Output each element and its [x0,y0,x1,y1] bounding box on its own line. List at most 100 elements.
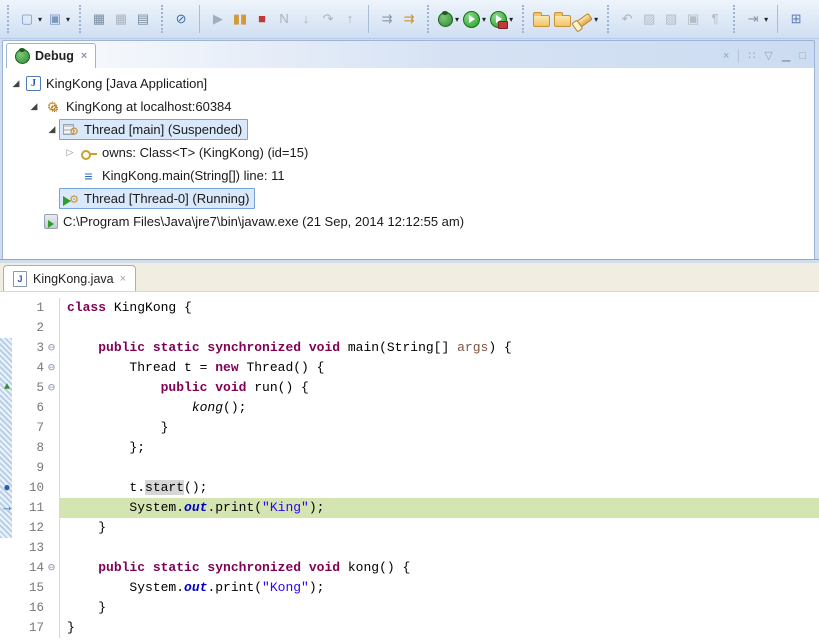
code-line[interactable]: 3 ⊖ public static synchronized void main(… [0,338,819,358]
ruler-cell[interactable] [0,418,14,438]
step-over-button[interactable]: ↷ [317,7,339,31]
tree-item[interactable]: ◢⚙ KingKong at localhost:60384 [3,95,814,118]
save-button[interactable]: ▦ [88,7,110,31]
use-step-filters-button[interactable]: ⇉ [398,7,420,31]
debug-dropdown-icon[interactable]: ▾ [455,15,459,24]
show-whitespace-button[interactable]: ¶ [704,7,726,31]
ruler-cell[interactable] [0,518,14,538]
ruler-cell[interactable]: ● [0,478,14,498]
tree-item[interactable]: Thread [Thread-0] (Running) [3,187,814,210]
code-editor[interactable]: 1 class KingKong {2 3 ⊖ public static synch… [0,292,819,643]
code-line[interactable]: 17} [0,618,819,638]
tree-item[interactable]: ◢ J KingKong [Java Application] [3,72,814,95]
code-line[interactable]: 7 } [0,418,819,438]
run-button[interactable]: ▾ [461,7,488,31]
last-edit-location-button[interactable]: ↶ [616,7,638,31]
open-resource-button[interactable] [552,7,573,31]
ruler-cell[interactable] [0,618,14,638]
step-into-button[interactable]: ↓ [295,7,317,31]
show-whitespace-icon: ¶ [711,11,719,26]
fold-toggle-icon[interactable]: ⊖ [44,558,60,578]
skip-all-breakpoints-button[interactable]: ⊘ [170,7,192,31]
code-line[interactable]: 15 System.out.print("Kong"); [0,578,819,598]
tree-expander-icon[interactable]: ▷ [63,147,77,158]
code-line[interactable]: 8 }; [0,438,819,458]
minimize-button[interactable]: ▁ [782,50,790,62]
search-dropdown-icon[interactable]: ▾ [594,15,598,24]
ruler-cell[interactable] [0,558,14,578]
code-line[interactable]: 2 [0,318,819,338]
tree-item[interactable]: ≡ KingKong.main(String[]) line: 11 [3,164,814,187]
breakpoint-marker-icon[interactable]: ● [0,478,14,498]
new-wizard-button[interactable]: ▣ ▾ [44,7,72,31]
code-line[interactable]: 16 } [0,598,819,618]
fold-column [44,418,60,438]
tree-item[interactable]: C:\Program Files\Java\jre7\bin\javaw.exe… [3,210,814,233]
new-wizard-dropdown-icon[interactable]: ▾ [66,15,70,24]
ruler-cell[interactable]: → [0,498,14,518]
ruler-cell[interactable] [0,458,14,478]
open-type-button[interactable] [531,7,552,31]
pin-editor-button[interactable]: ⇥ ▾ [742,7,770,31]
tree-expander-icon[interactable]: ◢ [27,101,41,112]
code-line[interactable]: 4 ⊖ Thread t = new Thread() { [0,358,819,378]
ruler-cell[interactable] [0,298,14,318]
ruler-cell[interactable] [0,338,14,358]
separator [738,49,740,63]
print-button[interactable]: ▤ [132,7,154,31]
suspend-button[interactable]: ▮▮ [229,7,251,31]
new-dropdown-icon[interactable]: ▾ [38,15,42,24]
ruler-cell[interactable] [0,538,14,558]
code-line[interactable]: 6 kong(); [0,398,819,418]
close-icon[interactable]: × [81,50,87,62]
step-filters-button[interactable]: ⇉ [376,7,398,31]
tree-expander-icon[interactable]: ◢ [9,78,23,89]
resume-button[interactable]: ▶ [207,7,229,31]
ruler-cell[interactable] [0,398,14,418]
pin-editor-dropdown-icon[interactable]: ▾ [764,15,768,24]
terminate-button[interactable]: ■ [251,7,273,31]
ruler-cell[interactable]: ▲ [0,378,14,398]
disconnect-button[interactable]: N [273,7,295,31]
run-dropdown-icon[interactable]: ▾ [482,15,486,24]
tab-debug[interactable]: Debug × [6,43,97,68]
code-line[interactable]: → 11 System.out.print("King"); [0,498,819,518]
code-line[interactable]: ● 10 t.start(); [0,478,819,498]
code-line[interactable]: ▲ 5 ⊖ public void run() { [0,378,819,398]
remove-all-terminated-button[interactable]: × [723,50,729,62]
ruler-cell[interactable] [0,578,14,598]
code-line[interactable]: 1 class KingKong { [0,298,819,318]
new-button[interactable]: ▢ ▾ [16,7,44,31]
view-options-button[interactable]: ∷ [748,50,755,62]
search-button[interactable]: ▾ [573,7,600,31]
tree-item[interactable]: ▷ owns: Class<T> (KingKong) (id=15) [3,141,814,164]
mark-occurrences-button[interactable]: ▧ [660,7,682,31]
code-line[interactable]: 13 [0,538,819,558]
code-line[interactable]: 9 [0,458,819,478]
close-icon[interactable]: × [120,273,126,285]
open-perspective-button[interactable]: ⊞ [785,7,807,31]
fold-toggle-icon[interactable]: ⊖ [44,358,60,378]
tab-kingkong-java[interactable]: J KingKong.java × [3,265,137,291]
fold-toggle-icon[interactable]: ⊖ [44,338,60,358]
fold-toggle-icon[interactable]: ⊖ [44,378,60,398]
show-selected-element-button[interactable]: ▣ [682,7,704,31]
save-all-button[interactable]: ▦ [110,7,132,31]
ruler-cell[interactable] [0,318,14,338]
run-external-tool-button[interactable]: ▾ [488,7,515,31]
code-line[interactable]: 14 ⊖ public static synchronized void kong… [0,558,819,578]
new-wizard-icon: ▣ [48,11,62,26]
ruler-cell[interactable] [0,598,14,618]
tree-expander-icon[interactable]: ◢ [45,124,59,135]
run-external-tool-dropdown-icon[interactable]: ▾ [509,15,513,24]
line-number: 7 [36,421,44,435]
step-return-button[interactable]: ↑ [339,7,361,31]
view-menu-button[interactable]: ▽ [764,50,772,62]
debug-button[interactable]: ▾ [436,7,461,31]
code-line[interactable]: 12 } [0,518,819,538]
ruler-cell[interactable] [0,438,14,458]
tree-item[interactable]: ◢ Thread [main] (Suspended) [3,118,814,141]
maximize-button[interactable]: □ [799,50,806,62]
format-button[interactable]: ▨ [638,7,660,31]
ruler-cell[interactable] [0,358,14,378]
